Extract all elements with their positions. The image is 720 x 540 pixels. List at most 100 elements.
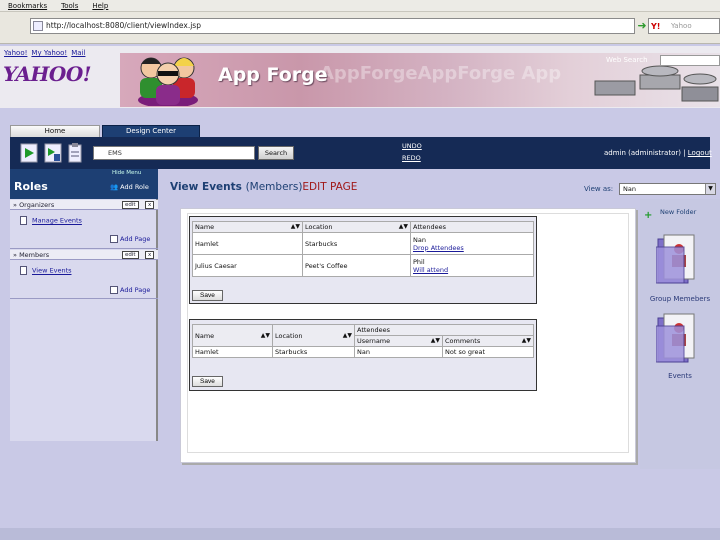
delete-button[interactable]: x [145,251,155,259]
edit-page-link[interactable]: EDIT PAGE [302,181,357,193]
menu-tools[interactable]: Tools [61,2,78,10]
sort-icon[interactable]: ▲▼ [399,223,408,230]
attendee-name: Nan [413,235,426,244]
comment-input[interactable]: Not so great [442,346,534,358]
delete-button[interactable]: x [145,201,155,209]
plus-icon: + [644,210,653,221]
footer-bar [0,528,720,540]
new-folder-button[interactable]: + New Folder [644,208,697,221]
column-header[interactable]: Name ▲▼ [192,324,273,347]
folder-icon[interactable] [656,233,698,285]
folder-label[interactable]: Group Memebers [640,295,720,303]
tab-design-center[interactable]: Design Center [102,125,200,137]
events-table: Name ▲▼ Location ▲▼ Attendees Hamlet Starb… [192,221,534,277]
link-my-yahoo[interactable]: My Yahoo! [31,49,67,57]
new-folder-label: New Folder [660,208,697,216]
nav-item-manage-events[interactable]: Manage Events [20,216,82,225]
sort-icon[interactable]: ▲▼ [522,337,531,344]
cell-attendees: Phil Will attend [410,254,534,277]
cell-name: Hamlet [192,232,303,255]
servers-icon [594,65,719,102]
web-search-label: Web Search [606,56,648,64]
attendee-link[interactable]: Will attend [413,266,531,274]
column-header[interactable]: Username ▲▼ [354,335,443,347]
clipboard-icon[interactable] [66,142,84,164]
add-page-icon [110,235,118,243]
redo-link[interactable]: REDO [402,154,421,162]
banner-watermark: AppForgeAppForge App [320,63,562,84]
attendees-table: Name ▲▼ Location ▲▼ Attendees Username ▲▼ C… [192,324,534,358]
brand-title: App Forge [218,64,328,86]
cell-attendees: Nan Drop Attendees [410,232,534,255]
sort-icon[interactable]: ▲▼ [343,332,352,339]
link-mail[interactable]: Mail [71,49,85,57]
attendee-name: Phil [413,257,425,266]
site-select[interactable]: EMS [93,146,255,160]
page-icon [33,21,43,31]
sort-icon[interactable]: ▲▼ [291,223,300,230]
logout-link[interactable]: Logout [688,149,712,157]
divider [10,248,158,249]
undo-link[interactable]: UNDO [402,142,422,150]
folder-icon[interactable] [656,312,698,364]
go-arrow-icon[interactable]: ➜ [636,19,648,33]
nav-item-view-events[interactable]: View Events [20,266,72,275]
users-icon [138,57,198,106]
user-info: admin (administrator) | Logout [604,149,712,157]
column-header: Attendees [354,324,534,336]
add-page-label: Add Page [120,286,151,294]
group-organizers[interactable]: » Organizers edit x [10,200,158,210]
group-name: Organizers [19,201,55,209]
table-row: Hamlet Starbucks Nan Not so great [192,346,534,358]
menu-help[interactable]: Help [92,2,108,10]
table-row: Julius Caesar Peet's Coffee Phil Will at… [192,254,534,277]
column-header[interactable]: Comments ▲▼ [442,335,534,347]
column-header[interactable]: Name ▲▼ [192,221,303,233]
browser-search-box[interactable]: Y! Yahoo [648,18,720,34]
column-header: Attendees [410,221,534,233]
group-name: Members [19,251,50,259]
save-button[interactable]: Save [192,290,223,301]
roles-title: Roles [14,180,48,193]
folder-label[interactable]: Events [640,372,720,380]
add-role-button[interactable]: 👥 Add Role [110,183,149,191]
cell-username: Nan [354,346,443,358]
user-name: admin (administrator) | [604,149,686,157]
address-bar[interactable]: http://localhost:8080/client/viewIndex.j… [30,18,635,34]
page-icon [20,266,27,275]
group-members[interactable]: » Members edit x [10,250,158,260]
yahoo-logo[interactable]: YAHOO! [3,62,92,86]
cell-location: Starbucks [272,346,355,358]
edit-button[interactable]: edit [122,251,139,259]
yahoo-links: Yahoo! My Yahoo! Mail [4,49,85,57]
web-search-input[interactable] [660,55,720,66]
link-yahoo[interactable]: Yahoo! [4,49,27,57]
column-header[interactable]: Location ▲▼ [302,221,411,233]
nav-item-label: Manage Events [32,216,82,225]
preview-icon[interactable] [44,142,62,164]
column-header[interactable]: Location ▲▼ [272,324,355,347]
hide-menu-link[interactable]: Hide Menu [112,170,141,176]
view-as-select[interactable]: Nan ▼ [619,183,716,195]
save-button[interactable]: Save [192,376,223,387]
add-page-icon [110,286,118,294]
add-page-button[interactable]: Add Page [110,286,150,294]
sort-icon[interactable]: ▲▼ [261,332,270,339]
add-page-button[interactable]: Add Page [110,235,150,243]
search-button[interactable]: Search [258,146,294,160]
page-icon [20,216,27,225]
run-icon[interactable] [20,142,38,164]
events-table-panel: Name ▲▼ Location ▲▼ Attendees Hamlet Starb… [189,216,537,304]
menu-bookmarks[interactable]: Bookmarks [8,2,47,10]
view-as-value: Nan [623,185,636,193]
attendee-link[interactable]: Drop Attendees [413,244,531,252]
edit-button[interactable]: edit [122,201,139,209]
yahoo-search-icon: Y! [651,22,661,31]
cell-location: Starbucks [302,232,411,255]
add-role-label: Add Role [120,183,149,191]
tab-home[interactable]: Home [10,125,100,137]
url-text: http://localhost:8080/client/viewIndex.j… [46,21,201,30]
browser-search-placeholder: Yahoo [671,22,692,30]
table-row: Hamlet Starbucks Nan Drop Attendees [192,232,534,255]
sort-icon[interactable]: ▲▼ [431,337,440,344]
